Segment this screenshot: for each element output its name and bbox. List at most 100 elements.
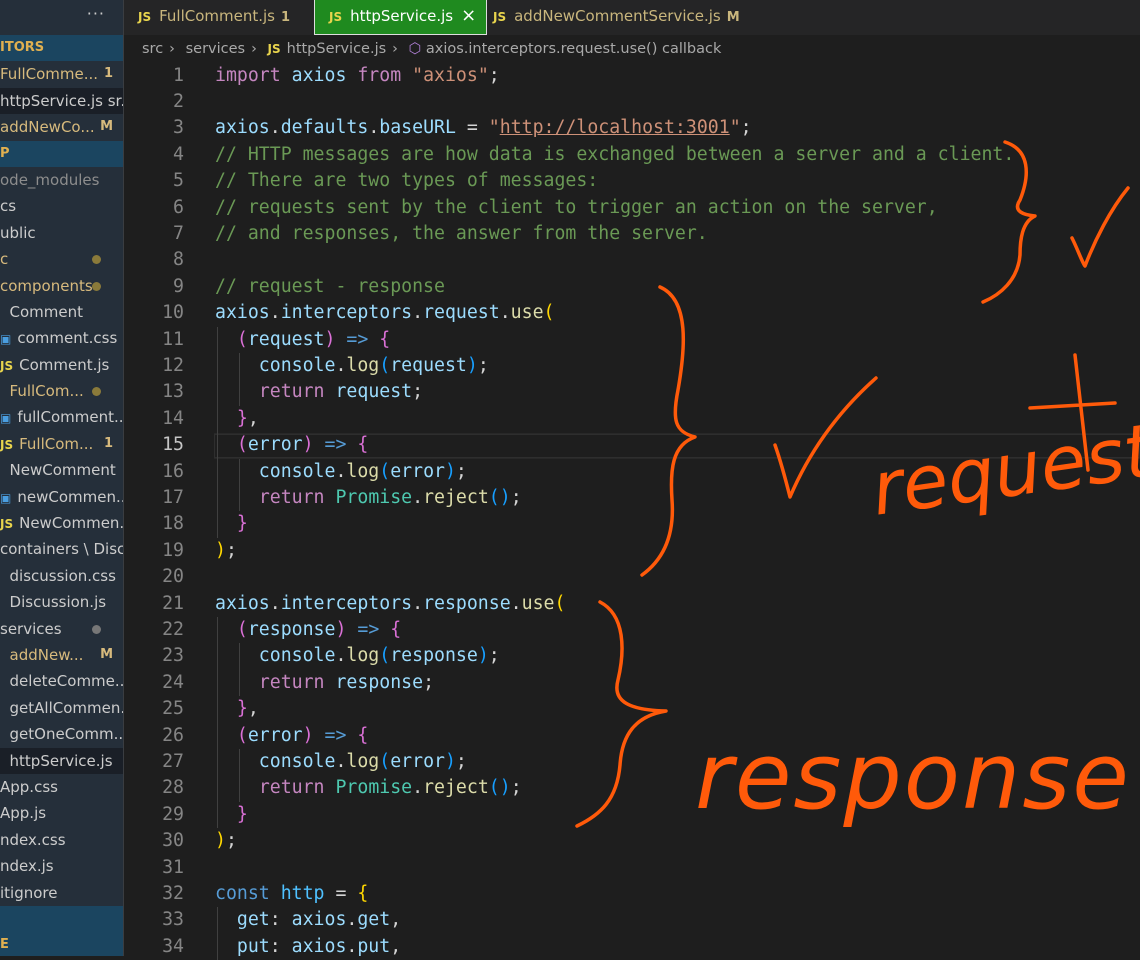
code-token: console — [215, 460, 336, 482]
code-token: . — [412, 486, 424, 508]
code-line: put: axios.put, — [215, 934, 401, 960]
code-token: error — [390, 750, 445, 772]
sidebar-file-item[interactable]: FullCom... — [0, 378, 123, 404]
code-token: { — [357, 882, 369, 904]
sidebar-file-item[interactable]: JS Comment.js — [0, 352, 123, 378]
code-token: ( — [236, 724, 248, 746]
code-token: request — [335, 381, 413, 403]
sidebar-file-item[interactable]: ▣ fullComment.... — [0, 404, 123, 430]
code-line: ); — [215, 538, 237, 564]
code-token: } — [236, 698, 248, 720]
code-line: // HTTP messages are how data is exchang… — [215, 142, 1014, 168]
sidebar-file-item[interactable]: addNewCo... M — [0, 114, 123, 140]
code-token: interceptors — [280, 592, 413, 614]
sidebar-file-item[interactable]: ndex.js — [0, 853, 123, 879]
sidebar-file-item[interactable]: deleteComme... — [0, 668, 123, 694]
code-token: } — [236, 803, 248, 825]
code-token: use — [510, 302, 544, 324]
breadcrumb-file[interactable]: httpService.js — [287, 41, 387, 57]
code-token: axios — [215, 302, 270, 324]
sidebar-section-header[interactable]: E — [0, 932, 123, 956]
sidebar-file-item[interactable]: ndex.css — [0, 827, 123, 853]
line-number: 5 — [173, 170, 184, 192]
sidebar-file-item[interactable]: FullComme... 1 — [0, 61, 123, 87]
sidebar-file-item[interactable]: cs — [0, 193, 123, 219]
code-token: request — [390, 354, 467, 376]
tab-addnewcommentservice-js[interactable]: JS addNewCommentService.js M — [479, 0, 754, 35]
file-label: comment.css — [17, 329, 118, 348]
sidebar-file-item[interactable]: App.css — [0, 774, 123, 800]
line-number: 22 — [162, 618, 184, 640]
sidebar-file-item[interactable]: ublic — [0, 220, 123, 246]
code-token: . — [335, 354, 347, 376]
code-token: // request - response — [215, 275, 445, 297]
close-icon[interactable]: × — [461, 5, 476, 26]
code-token: request — [423, 302, 500, 324]
sidebar-file-item[interactable]: httpService.js sr... — [0, 87, 124, 115]
sidebar-file-item[interactable]: JS FullCom... 1 — [0, 431, 123, 457]
sidebar-file-item[interactable]: getOneComm... — [0, 721, 123, 747]
sidebar-section-header[interactable]: P — [0, 140, 123, 167]
code-token: { — [379, 328, 391, 350]
code-token: response — [390, 645, 478, 667]
code-token: " — [729, 117, 741, 139]
code-token: response — [423, 592, 511, 614]
sidebar-file-item[interactable]: itignore — [0, 880, 123, 906]
file-label: httpService.js sr... — [0, 91, 124, 110]
code-token: . — [368, 117, 380, 139]
code-token: ( — [236, 434, 248, 456]
sidebar-file-item[interactable]: discussion.css — [0, 563, 123, 589]
code-token: ( — [379, 645, 391, 667]
sidebar-file-item[interactable]: ode_modules — [0, 167, 123, 193]
line-number: 27 — [162, 750, 184, 772]
line-number: 16 — [162, 460, 184, 482]
sidebar-file-item[interactable]: Comment — [0, 299, 123, 325]
code-token: reject — [423, 777, 489, 799]
file-label: FullCom... — [19, 434, 94, 453]
code-token: from — [357, 64, 402, 86]
code-token: , — [247, 407, 259, 429]
sidebar-file-item[interactable]: containers \ Disc... — [0, 536, 123, 562]
line-number: 29 — [162, 803, 184, 825]
sidebar-section-header[interactable] — [0, 905, 123, 933]
file-label: Comment.js — [19, 355, 110, 374]
code-token: const — [215, 882, 270, 904]
breadcrumb-services[interactable]: services — [186, 41, 246, 57]
code-line: import axios from "axios"; — [215, 63, 500, 89]
tab-httpservice-js[interactable]: JS httpService.js × — [314, 0, 488, 35]
sidebar-file-item[interactable]: NewComment — [0, 457, 123, 483]
code-line: axios.interceptors.request.use( — [215, 300, 554, 326]
sidebar-file-item[interactable]: Discussion.js — [0, 589, 123, 615]
code-line: return request; — [215, 379, 423, 405]
sidebar-file-item[interactable]: components — [0, 273, 123, 299]
js-file-icon: JS — [493, 10, 507, 24]
sidebar-file-item[interactable]: httpService.js — [0, 747, 123, 774]
explorer-sidebar: ··· ITORS FullComme... 1 httpService.js sr.… — [0, 0, 124, 956]
file-label: ode_modules — [0, 170, 100, 189]
breadcrumb-symbol[interactable]: axios.interceptors.request.use() callbac… — [426, 41, 721, 57]
code-line: // request - response — [215, 274, 445, 300]
js-file-icon: JS — [0, 517, 14, 532]
more-actions-icon[interactable]: ··· — [87, 4, 105, 23]
sidebar-file-item[interactable]: App.js — [0, 800, 123, 826]
sidebar-file-item[interactable]: services — [0, 616, 123, 642]
sidebar-file-item[interactable]: ▣ newCommen... — [0, 484, 123, 510]
tab-label: addNewCommentService.js — [514, 7, 721, 25]
tab-fullcomment-js[interactable]: JS FullComment.js 1 — [124, 0, 304, 35]
line-number: 7 — [173, 222, 184, 244]
line-number: 20 — [162, 566, 184, 588]
code-editor[interactable]: 1 import axios from "axios"; 2 3 axios.defau… — [124, 62, 1140, 960]
code-token: interceptors — [280, 302, 413, 324]
sidebar-file-item[interactable]: addNew... M — [0, 642, 123, 668]
sidebar-file-item[interactable]: ▣ comment.css — [0, 325, 123, 351]
sidebar-file-item[interactable]: c — [0, 246, 123, 272]
sidebar-section-header[interactable]: ITORS — [0, 35, 123, 62]
code-token: ( — [379, 750, 391, 772]
sidebar-file-item[interactable]: getAllCommen... — [0, 695, 123, 721]
breadcrumb-src[interactable]: src — [142, 41, 163, 57]
chevron-right-icon: › — [392, 41, 398, 57]
sidebar-file-item[interactable]: JS NewCommen... — [0, 510, 123, 536]
